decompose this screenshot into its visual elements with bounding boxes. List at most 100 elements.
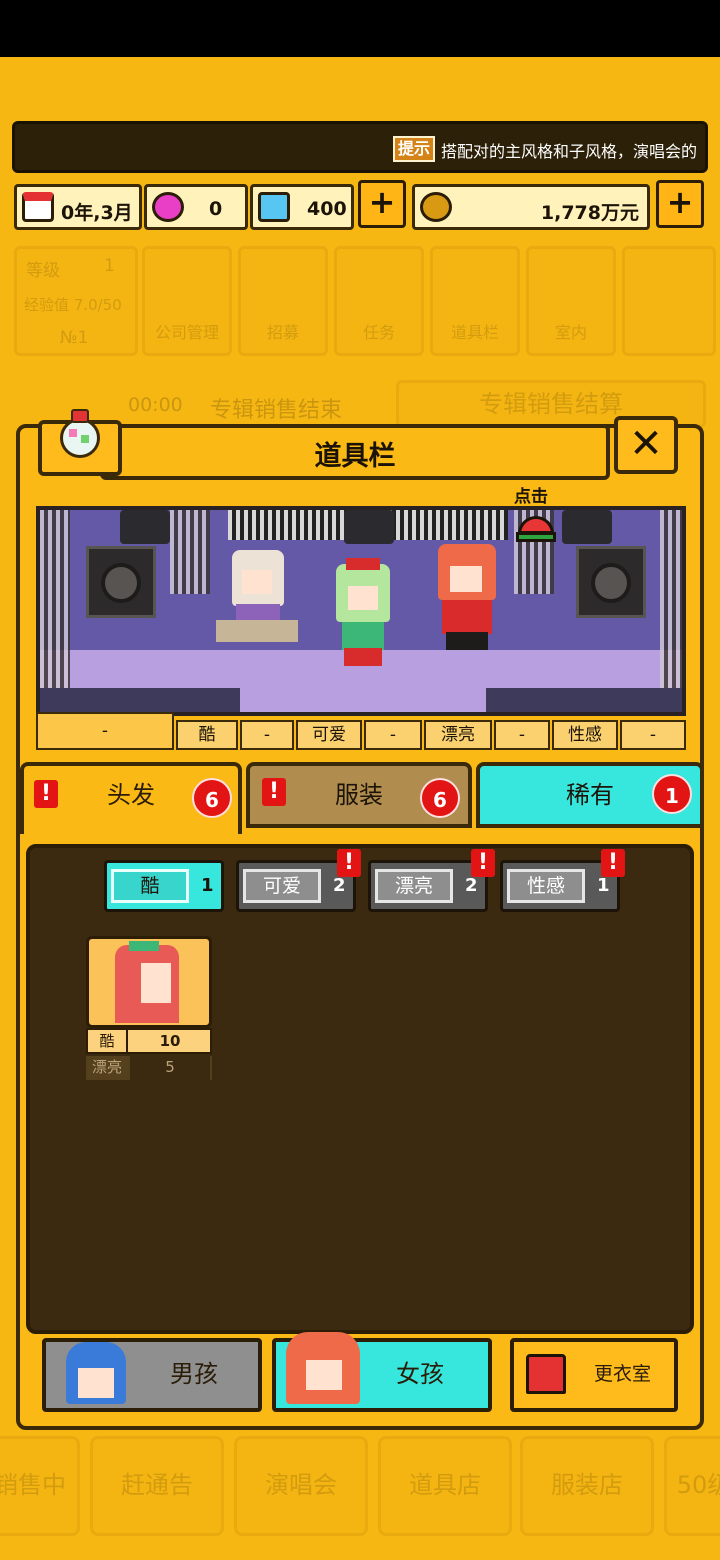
gacha-machine-icon	[60, 409, 100, 458]
alert-icon: !	[34, 780, 58, 808]
gacha-button[interactable]	[38, 409, 122, 476]
filter-cool-count: 1	[201, 875, 214, 896]
wardrobe-button-label: 更衣室	[594, 1363, 652, 1385]
spotlight-icon	[120, 510, 170, 544]
style-stat-cool-value: -	[240, 720, 294, 750]
filter-cute-count: 2	[333, 875, 346, 896]
idol-character-3[interactable]	[428, 544, 508, 654]
item-sub-value: 5	[130, 1056, 210, 1080]
hair-item-card[interactable]	[86, 936, 212, 1028]
boy-avatar-icon	[66, 1342, 126, 1404]
nav-item-shop[interactable]: 道具店	[378, 1436, 512, 1536]
buy-money-button[interactable]: +	[656, 180, 704, 228]
tab-hair[interactable]: 头发 ! 6	[20, 762, 242, 834]
idol-character-2[interactable]	[318, 558, 408, 668]
interior-button[interactable]: 室内	[526, 246, 616, 356]
speaker-left	[86, 546, 156, 618]
tab-outfit[interactable]: 服装 ! 6	[246, 762, 472, 828]
nav-selling[interactable]: 销售中	[0, 1436, 80, 1536]
diamond-icon	[258, 192, 290, 222]
nav-promotion[interactable]: 赶通告	[90, 1436, 224, 1536]
filter-cute[interactable]: 可爱 2 !	[236, 849, 361, 912]
filter-pretty-count: 2	[465, 875, 478, 896]
red-hair-icon	[115, 941, 179, 1023]
boy-button-label: 男孩	[170, 1360, 218, 1388]
spotlight-icon	[562, 510, 612, 544]
pink-gem-display: 0	[144, 184, 248, 230]
style-stat-sexy-value: -	[620, 720, 686, 750]
item-sub-style: 漂亮	[91, 1058, 122, 1076]
coin-icon	[420, 192, 452, 222]
calendar-icon	[22, 192, 54, 222]
status-bar	[0, 0, 720, 57]
style-stat-sexy: 性感	[552, 720, 618, 750]
style-stat-main: -	[36, 712, 174, 750]
exp-label: 经验值 7.0/50	[24, 296, 122, 314]
filter-pretty-label: 漂亮	[375, 869, 453, 903]
rare-count-badge: 1	[652, 774, 692, 814]
alert-icon: !	[601, 849, 625, 877]
recruit-button[interactable]: 招募	[238, 246, 328, 356]
level-value: 1	[104, 256, 115, 276]
tab-rare-label: 稀有	[566, 781, 614, 809]
filter-cute-label: 可爱	[243, 869, 321, 903]
mail-button[interactable]	[622, 246, 716, 356]
tab-rare[interactable]: 稀有 1	[476, 762, 704, 828]
level-label: 等级	[26, 261, 60, 281]
filter-sexy[interactable]: 性感 1 !	[500, 849, 625, 912]
outfit-count-badge: 6	[420, 778, 460, 818]
blue-gem-display: 400	[250, 184, 354, 230]
date-value: 0年,3月	[61, 202, 133, 224]
money-display: 1,778万元	[412, 184, 650, 230]
style-stat-cute: 可爱	[296, 720, 362, 750]
date-display: 0年,3月	[14, 184, 142, 230]
girl-button-label: 女孩	[396, 1360, 444, 1388]
filter-pretty[interactable]: 漂亮 2 !	[368, 849, 495, 912]
pink-gem-icon	[152, 192, 184, 222]
close-button[interactable]: ✕	[614, 416, 678, 474]
tip-badge: 提示	[393, 136, 435, 162]
money-value: 1,778万元	[540, 202, 639, 224]
filter-cool-label: 酷	[111, 869, 189, 903]
spotlight-icon	[344, 510, 394, 544]
news-ticker: 提示 搭配对的主风格和子风格，演唱会的	[12, 121, 708, 173]
boy-button[interactable]: 男孩	[42, 1338, 262, 1412]
girl-button[interactable]: 女孩	[272, 1332, 492, 1412]
hair-count-badge: 6	[192, 778, 232, 818]
filter-cool[interactable]: 酷 1	[104, 860, 224, 912]
nav-level-50[interactable]: 50级	[664, 1436, 720, 1536]
tap-hint-label: 点击	[514, 487, 548, 507]
style-stat-pretty: 漂亮	[424, 720, 492, 750]
style-stat-cool: 酷	[176, 720, 238, 750]
tasks-button[interactable]: 任务	[334, 246, 424, 356]
shirt-icon	[526, 1354, 566, 1394]
company-management-button[interactable]: 公司管理	[142, 246, 232, 356]
style-stat-cute-value: -	[364, 720, 422, 750]
filter-sexy-count: 1	[597, 875, 610, 896]
album-status: 专辑销售结束	[210, 398, 343, 423]
idol-character-1[interactable]	[212, 550, 302, 654]
rank-label: №1	[60, 328, 89, 348]
inventory-menu-button[interactable]: 道具栏	[430, 246, 520, 356]
album-timer: 00:00	[128, 394, 183, 416]
speaker-right	[576, 546, 646, 618]
watermelon-icon[interactable]	[516, 506, 556, 554]
stage-preview[interactable]	[36, 506, 686, 716]
blue-gem-value: 400	[307, 198, 347, 220]
pink-gem-value: 0	[209, 198, 223, 220]
alert-icon: !	[262, 778, 286, 806]
alert-icon: !	[337, 849, 361, 877]
nav-clothing-shop[interactable]: 服装店	[520, 1436, 654, 1536]
alert-icon: !	[471, 849, 495, 877]
buy-gems-button[interactable]: +	[358, 180, 406, 228]
filter-sexy-label: 性感	[507, 869, 585, 903]
panel-title: 道具栏	[314, 441, 396, 472]
inventory-grid	[26, 844, 694, 1334]
nav-concert[interactable]: 演唱会	[234, 1436, 368, 1536]
item-main-style: 酷	[88, 1030, 128, 1054]
wardrobe-button[interactable]: 更衣室	[510, 1338, 678, 1412]
girl-avatar-icon	[286, 1332, 360, 1404]
item-main-value: 10	[159, 1032, 181, 1050]
item-main-stat: 酷 10	[86, 1028, 212, 1054]
item-sub-stat: 漂亮 5	[86, 1056, 212, 1080]
